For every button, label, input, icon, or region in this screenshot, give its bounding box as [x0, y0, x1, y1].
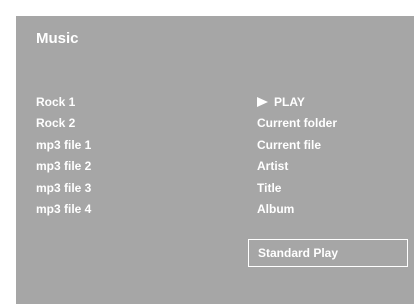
- menu-item-title[interactable]: Title: [257, 181, 337, 202]
- play-icon: [257, 97, 268, 107]
- music-screen: Music Rock 1 Rock 2 mp3 file 1 mp3 file …: [16, 16, 414, 304]
- menu-item-album[interactable]: Album: [257, 202, 337, 223]
- menu-item-artist[interactable]: Artist: [257, 159, 337, 180]
- screen-title: Music: [36, 30, 79, 47]
- list-item-mp3-file-3[interactable]: mp3 file 3: [36, 181, 91, 202]
- list-item-rock-1[interactable]: Rock 1: [36, 95, 91, 116]
- menu-item-current-folder[interactable]: Current folder: [257, 116, 337, 137]
- options-menu: PLAY Current folder Current file Artist …: [257, 95, 337, 223]
- list-item-mp3-file-2[interactable]: mp3 file 2: [36, 159, 91, 180]
- play-mode-button[interactable]: Standard Play: [248, 239, 408, 267]
- menu-item-play-label: PLAY: [274, 95, 305, 109]
- menu-item-play[interactable]: PLAY: [257, 95, 337, 116]
- list-item-mp3-file-4[interactable]: mp3 file 4: [36, 202, 91, 223]
- list-item-mp3-file-1[interactable]: mp3 file 1: [36, 138, 91, 159]
- file-list: Rock 1 Rock 2 mp3 file 1 mp3 file 2 mp3 …: [36, 95, 91, 223]
- list-item-rock-2[interactable]: Rock 2: [36, 116, 91, 137]
- menu-item-current-file[interactable]: Current file: [257, 138, 337, 159]
- play-mode-label: Standard Play: [258, 246, 339, 260]
